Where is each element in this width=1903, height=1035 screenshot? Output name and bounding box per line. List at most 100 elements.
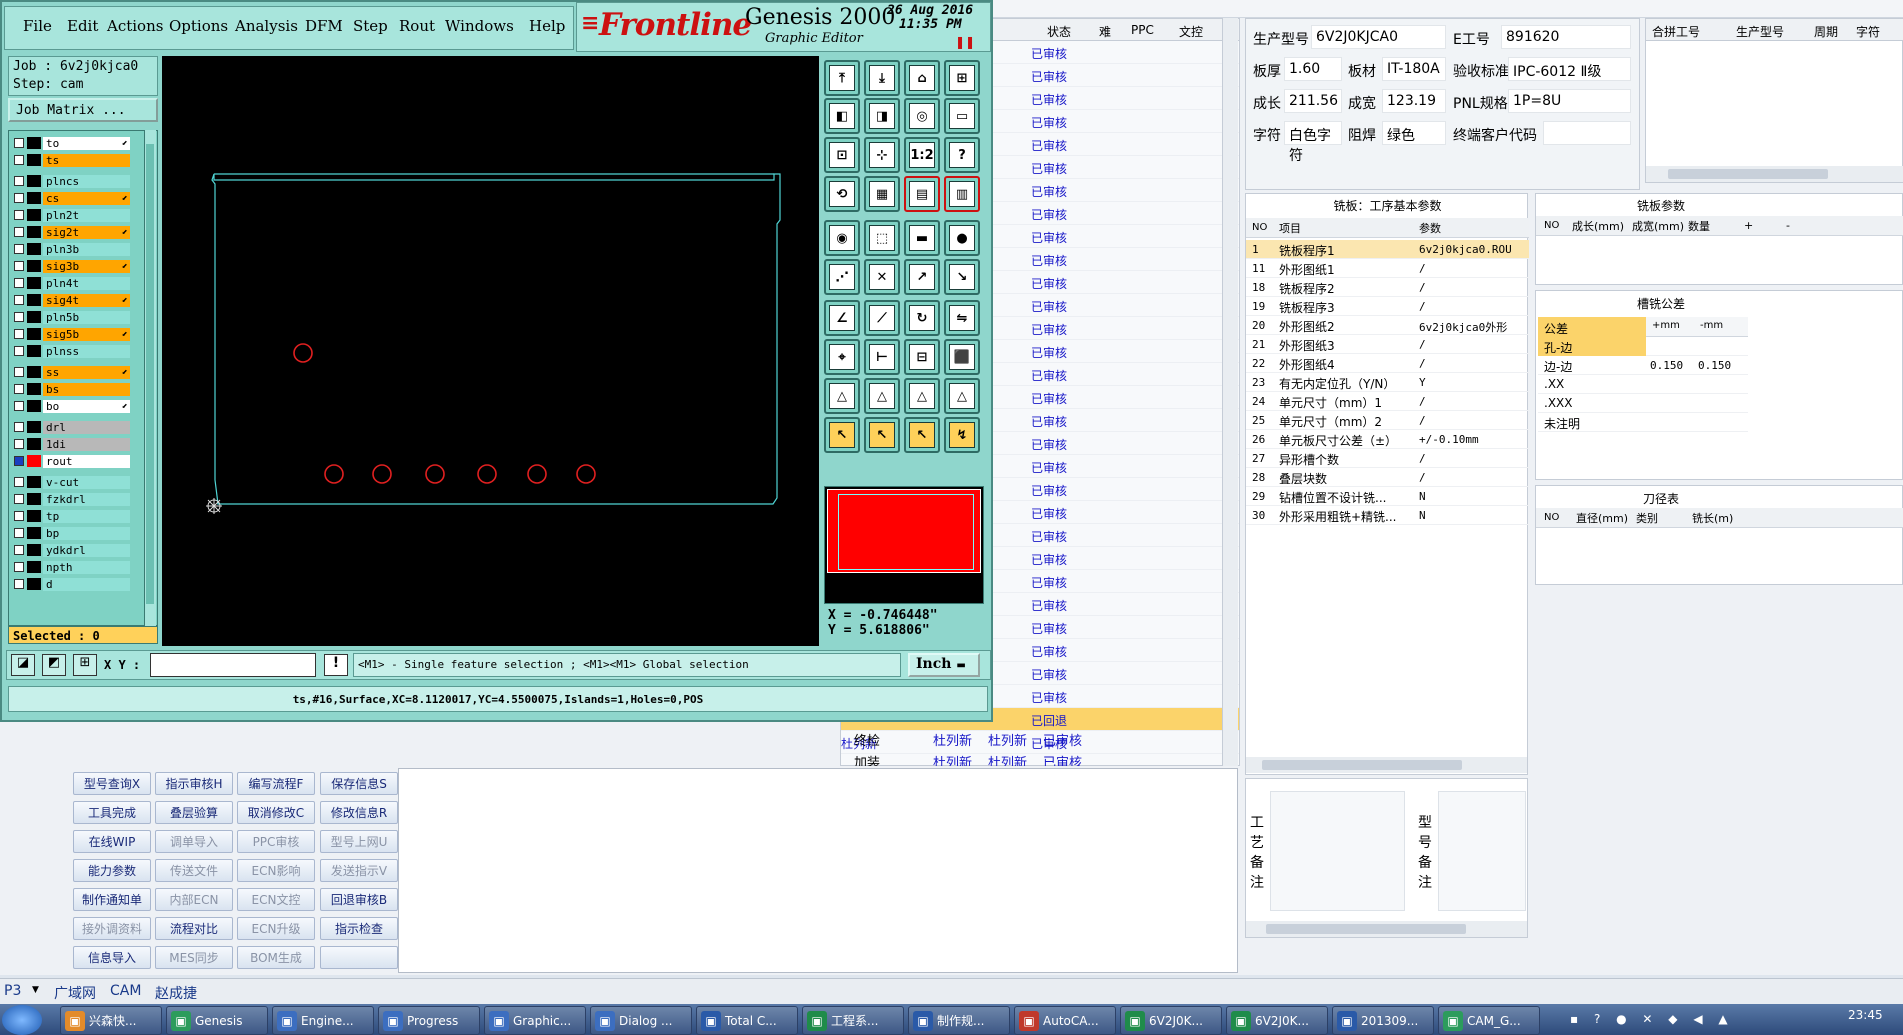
taskbar-item[interactable]: ▣ AutoCA... bbox=[1014, 1006, 1116, 1035]
start-button[interactable] bbox=[2, 1005, 42, 1035]
process-row[interactable]: 26 单元板尺寸公差（±） +/-0.10mm bbox=[1246, 430, 1529, 449]
action-button[interactable]: 接外调资料 bbox=[73, 917, 151, 940]
scroll-thumb[interactable] bbox=[1668, 169, 1828, 179]
action-button[interactable]: 在线WIP bbox=[73, 830, 151, 853]
tool-cross-icon[interactable]: ✕ bbox=[864, 259, 900, 295]
menu-help[interactable]: Help bbox=[529, 17, 565, 35]
action-button[interactable]: 工具完成 bbox=[73, 801, 151, 824]
action-button[interactable]: 型号上网U bbox=[320, 830, 398, 853]
tool-fit-icon[interactable]: ⊞ bbox=[944, 60, 980, 96]
taskbar-item[interactable]: ▣ CAM_G... bbox=[1438, 1006, 1540, 1035]
unit-selector[interactable]: Inch ▬ bbox=[908, 653, 980, 677]
action-button[interactable]: 回退审核B bbox=[320, 888, 398, 911]
action-button[interactable]: MES同步 bbox=[155, 946, 233, 969]
tool-pad-icon[interactable]: ◉ bbox=[824, 220, 860, 256]
action-button[interactable]: 保存信息S bbox=[320, 772, 398, 795]
tool-tri-a-icon[interactable]: △ bbox=[824, 378, 860, 414]
layer-row[interactable]: pln2t bbox=[14, 208, 130, 222]
action-button[interactable]: 信息导入 bbox=[73, 946, 151, 969]
menu-step[interactable]: Step bbox=[353, 17, 388, 35]
layer-row[interactable]: cs ⬋ bbox=[14, 191, 130, 205]
xy-input[interactable] bbox=[150, 653, 316, 677]
process-row[interactable]: 22 外形图纸4 / bbox=[1246, 354, 1529, 373]
process-row[interactable]: 29 钻槽位置不设计铣... N bbox=[1246, 487, 1529, 506]
menu-file[interactable]: File bbox=[23, 17, 52, 35]
layer-color-swatch[interactable] bbox=[27, 510, 41, 522]
tolerance-row[interactable]: .XX bbox=[1538, 375, 1748, 394]
menu-actions[interactable]: Actions bbox=[107, 17, 163, 35]
thickness-field[interactable]: 1.60 bbox=[1284, 57, 1342, 81]
layer-checkbox[interactable] bbox=[14, 511, 24, 521]
layer-color-swatch[interactable] bbox=[27, 154, 41, 166]
layer-row[interactable]: d bbox=[14, 577, 130, 591]
taskbar-item[interactable]: ▣ 制作规... bbox=[908, 1006, 1010, 1035]
merge-table-scrollbar[interactable] bbox=[1646, 166, 1903, 182]
scroll-thumb[interactable] bbox=[1262, 760, 1462, 770]
layer-checkbox[interactable] bbox=[14, 528, 24, 538]
layer-checkbox[interactable] bbox=[14, 477, 24, 487]
pnl-field[interactable]: 1P=8U bbox=[1508, 89, 1631, 113]
layer-row[interactable]: fzkdrl bbox=[14, 492, 130, 506]
tolerance-row[interactable]: .XXX bbox=[1538, 394, 1748, 413]
process-scrollbar[interactable] bbox=[1246, 757, 1527, 773]
process-row[interactable]: 11 外形图纸1 / bbox=[1246, 259, 1529, 278]
taskbar-item[interactable]: ▣ Total C... bbox=[696, 1006, 798, 1035]
action-button[interactable]: 发送指示V bbox=[320, 859, 398, 882]
action-button[interactable]: 制作通知单 bbox=[73, 888, 151, 911]
behind-list-scrollbar[interactable] bbox=[1222, 18, 1238, 766]
layer-row[interactable]: tp bbox=[14, 509, 130, 523]
layer-row[interactable]: sig2t ⬋ bbox=[14, 225, 130, 239]
menu-windows[interactable]: Windows bbox=[445, 17, 514, 35]
layer-color-swatch[interactable] bbox=[27, 476, 41, 488]
e-no-field[interactable]: 891620 bbox=[1501, 25, 1631, 49]
tool-dot-icon[interactable]: ● bbox=[944, 220, 980, 256]
menu-rout[interactable]: Rout bbox=[399, 17, 435, 35]
taskbar-item[interactable]: ▣ Graphic... bbox=[484, 1006, 586, 1035]
layer-color-swatch[interactable] bbox=[27, 137, 41, 149]
tool-transform-icon[interactable]: ⌖ bbox=[824, 339, 860, 375]
process-row[interactable]: 30 外形采用粗铣+精铣... N bbox=[1246, 506, 1529, 525]
layer-row[interactable]: drl bbox=[14, 420, 130, 434]
tool-zoom-box-icon[interactable]: ⊡ bbox=[824, 137, 860, 173]
action-button[interactable]: 调单导入 bbox=[155, 830, 233, 853]
layer-row[interactable]: rout bbox=[14, 454, 130, 468]
layer-color-swatch[interactable] bbox=[27, 578, 41, 590]
layer-row[interactable]: to ⬋ bbox=[14, 136, 130, 150]
layer-checkbox[interactable] bbox=[14, 193, 24, 203]
action-button[interactable]: ECN影响 bbox=[237, 859, 315, 882]
tool-rotate-icon[interactable]: ↻ bbox=[904, 300, 940, 336]
layer-color-swatch[interactable] bbox=[27, 209, 41, 221]
tool-grid-icon[interactable]: ▦ bbox=[864, 176, 900, 212]
layer-checkbox[interactable] bbox=[14, 261, 24, 271]
scroll-thumb[interactable] bbox=[146, 144, 154, 604]
layer-checkbox[interactable] bbox=[14, 312, 24, 322]
taskbar-item[interactable]: ▣ 201309... bbox=[1332, 1006, 1434, 1035]
status-p3-dropdown-icon[interactable]: ▼ bbox=[32, 985, 39, 995]
snap-tool-b-icon[interactable]: ◩ bbox=[42, 654, 66, 676]
tool-pan-right-icon[interactable]: ◨ bbox=[864, 98, 900, 134]
layer-row[interactable]: pln3b bbox=[14, 242, 130, 256]
taskbar-item[interactable]: ▣ 6V2J0K... bbox=[1226, 1006, 1328, 1035]
tool-pick-a-icon[interactable]: ↖ bbox=[824, 417, 860, 453]
tool-distance-icon[interactable]: ⊢ bbox=[864, 339, 900, 375]
scroll-thumb[interactable] bbox=[1266, 924, 1466, 934]
taskbar-item[interactable]: ▣ 兴森快... bbox=[60, 1006, 162, 1035]
tool-snap-icon[interactable]: ⟲ bbox=[824, 176, 860, 212]
action-button[interactable]: PPC审核 bbox=[237, 830, 315, 853]
process-row[interactable]: 25 单元尺寸（mm）2 / bbox=[1246, 411, 1529, 430]
layer-color-swatch[interactable] bbox=[27, 544, 41, 556]
tool-pick-b-icon[interactable]: ↖ bbox=[864, 417, 900, 453]
layer-checkbox[interactable] bbox=[14, 278, 24, 288]
taskbar-item[interactable]: ▣ Genesis bbox=[166, 1006, 268, 1035]
layer-row[interactable]: sig4t ⬋ bbox=[14, 293, 130, 307]
process-row[interactable]: 21 外形图纸3 / bbox=[1246, 335, 1529, 354]
layer-row[interactable]: ss ⬋ bbox=[14, 365, 130, 379]
layer-color-swatch[interactable] bbox=[27, 455, 41, 467]
layer-color-swatch[interactable] bbox=[27, 226, 41, 238]
tool-shape-icon[interactable]: ⬚ bbox=[864, 220, 900, 256]
clock[interactable]: 23:45 bbox=[1848, 1008, 1883, 1022]
menu-analysis[interactable]: Analysis bbox=[235, 17, 298, 35]
process-row[interactable]: 23 有无内定位孔（Y/N） Y bbox=[1246, 373, 1529, 392]
tool-angle-b-icon[interactable]: ⟋ bbox=[864, 300, 900, 336]
tool-zoom-out-icon[interactable]: ⤓ bbox=[864, 60, 900, 96]
